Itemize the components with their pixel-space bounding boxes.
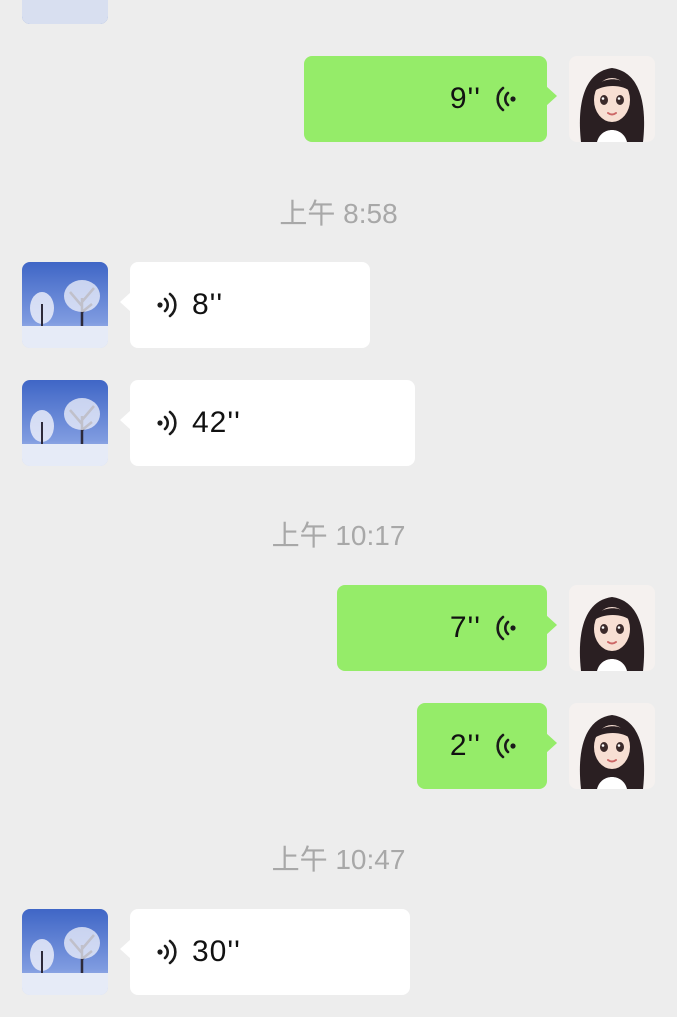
voice-wave-icon [156, 410, 178, 436]
voice-duration: 42'' [192, 406, 241, 439]
timestamp: 上午 10:47 [271, 844, 406, 875]
sent-voice-message[interactable]: 9'' [304, 56, 557, 142]
voice-wave-icon [156, 939, 178, 965]
snowy-tree-avatar-icon [22, 262, 108, 348]
anime-girl-avatar-icon [569, 56, 655, 142]
timestamp: 上午 8:58 [279, 198, 398, 229]
received-avatar[interactable] [22, 380, 108, 466]
received-voice-message[interactable]: 30'' [120, 909, 410, 995]
received-voice-message[interactable]: 8'' [120, 262, 370, 348]
sent-avatar[interactable] [569, 56, 655, 142]
received-voice-message[interactable]: 42'' [120, 380, 415, 466]
voice-duration: 7'' [449, 611, 481, 644]
snowy-tree-icon [22, 0, 108, 24]
voice-wave-icon [495, 86, 517, 112]
anime-girl-avatar-icon [569, 703, 655, 789]
sent-voice-message[interactable]: 7'' [337, 585, 557, 671]
sent-voice-message[interactable]: 2'' [417, 703, 557, 789]
voice-duration: 2'' [449, 729, 481, 762]
voice-duration: 8'' [192, 288, 224, 321]
voice-wave-icon [495, 615, 517, 641]
snowy-tree-avatar-icon [22, 380, 108, 466]
timestamp: 上午 10:17 [271, 520, 406, 551]
received-avatar-partial[interactable] [22, 0, 108, 24]
chat-message-list[interactable]: 9'' 上午 8:58 8'' 42'' 上午 10:17 7'' 2'' 上午… [0, 0, 677, 1017]
received-avatar[interactable] [22, 909, 108, 995]
sent-avatar[interactable] [569, 703, 655, 789]
anime-girl-avatar-icon [569, 585, 655, 671]
voice-wave-icon [156, 292, 178, 318]
voice-wave-icon [495, 733, 517, 759]
sent-avatar[interactable] [569, 585, 655, 671]
received-avatar[interactable] [22, 262, 108, 348]
voice-duration: 30'' [192, 935, 241, 968]
voice-duration: 9'' [449, 82, 481, 115]
snowy-tree-avatar-icon [22, 909, 108, 995]
